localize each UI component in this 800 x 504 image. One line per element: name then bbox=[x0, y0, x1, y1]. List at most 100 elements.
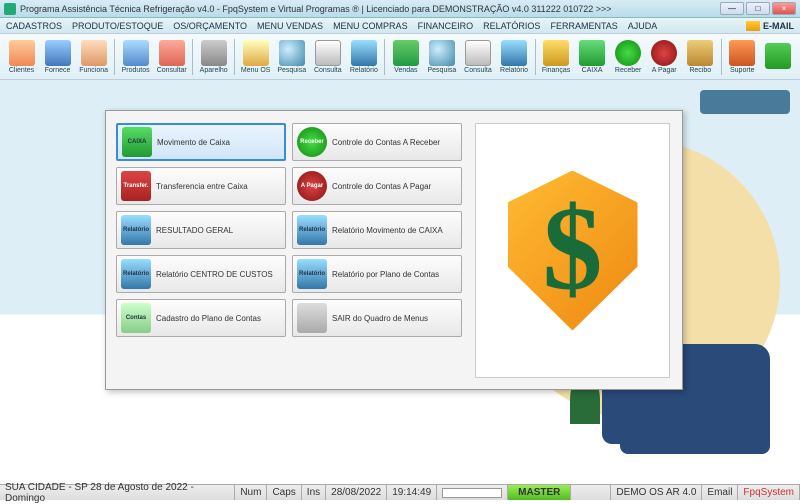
maximize-button[interactable]: □ bbox=[746, 2, 770, 15]
tb-consulta-os[interactable]: Consulta bbox=[310, 36, 345, 78]
email-button[interactable]: E-MAIL bbox=[746, 21, 794, 31]
finance-menu-panel: CAIXAMovimento de Caixa ReceberControle … bbox=[105, 110, 683, 390]
btn-cad-plano[interactable]: ContasCadastro do Plano de Contas bbox=[116, 299, 286, 337]
btn-rel-centro[interactable]: RelatórioRelatório CENTRO DE CUSTOS bbox=[116, 255, 286, 293]
tb-suporte[interactable]: Suporte bbox=[725, 36, 760, 78]
menu-cadastros[interactable]: CADASTROS bbox=[6, 21, 62, 31]
status-progress bbox=[437, 485, 508, 500]
tb-funciona[interactable]: Funciona bbox=[76, 36, 111, 78]
status-email[interactable]: Email bbox=[702, 485, 738, 500]
btn-rel-mov[interactable]: RelatórioRelatório Movimento de CAIXA bbox=[292, 211, 462, 249]
menu-ferramentas[interactable]: FERRAMENTAS bbox=[550, 21, 617, 31]
titlebar: Programa Assistência Técnica Refrigeraçã… bbox=[0, 0, 800, 18]
support-icon bbox=[729, 40, 755, 66]
status-num: Num bbox=[235, 485, 267, 500]
tb-relatorio-os[interactable]: Relatório bbox=[346, 36, 381, 78]
workspace: CAIXAMovimento de Caixa ReceberControle … bbox=[0, 80, 800, 484]
report-icon: Relatório bbox=[121, 259, 151, 289]
pay-icon: A Pagar bbox=[297, 171, 327, 201]
tb-apagar[interactable]: A Pagar bbox=[647, 36, 682, 78]
menuos-icon bbox=[243, 40, 269, 66]
menu-ajuda[interactable]: AJUDA bbox=[628, 21, 658, 31]
separator bbox=[192, 39, 193, 75]
pay-icon bbox=[651, 40, 677, 66]
accounts-icon: Contas bbox=[121, 303, 151, 333]
sales-icon bbox=[393, 40, 419, 66]
status-fpq[interactable]: FpqSystem bbox=[738, 485, 800, 500]
report-icon: Relatório bbox=[121, 215, 151, 245]
tb-menuos[interactable]: Menu OS bbox=[238, 36, 273, 78]
tb-receber[interactable]: Receber bbox=[611, 36, 646, 78]
menubar: CADASTROS PRODUTO/ESTOQUE OS/ORÇAMENTO M… bbox=[0, 18, 800, 34]
tb-consultar[interactable]: Consultar bbox=[154, 36, 189, 78]
window-title: Programa Assistência Técnica Refrigeraçã… bbox=[20, 4, 720, 14]
tb-produtos[interactable]: Produtos bbox=[118, 36, 153, 78]
transfer-icon: Transfer. bbox=[121, 171, 151, 201]
tb-financas[interactable]: Finanças bbox=[538, 36, 573, 78]
tb-vendas[interactable]: Vendas bbox=[388, 36, 423, 78]
shield-icon: $ bbox=[508, 171, 638, 331]
tb-clientes[interactable]: Clientes bbox=[4, 36, 39, 78]
menu-os[interactable]: OS/ORÇAMENTO bbox=[173, 21, 247, 31]
menu-relatorios[interactable]: RELATÓRIOS bbox=[483, 21, 540, 31]
consult-icon bbox=[159, 40, 185, 66]
menu-financeiro[interactable]: FINANCEIRO bbox=[418, 21, 474, 31]
email-label: E-MAIL bbox=[763, 21, 794, 31]
search-icon bbox=[279, 40, 305, 66]
btn-contas-pagar[interactable]: A PagarControle do Contas A Pagar bbox=[292, 167, 462, 205]
supplier-icon bbox=[45, 40, 71, 66]
caixa-icon: CAIXA bbox=[122, 127, 152, 157]
clients-icon bbox=[9, 40, 35, 66]
tb-consulta-v[interactable]: Consulta bbox=[460, 36, 495, 78]
caixa-icon bbox=[579, 40, 605, 66]
status-ins: Ins bbox=[302, 485, 326, 500]
report-icon bbox=[351, 40, 377, 66]
close-button[interactable]: × bbox=[772, 2, 796, 15]
status-master: MASTER bbox=[508, 485, 571, 500]
menu-vendas[interactable]: MENU VENDAS bbox=[257, 21, 323, 31]
report-icon bbox=[501, 40, 527, 66]
btn-sair[interactable]: SAIR do Quadro de Menus bbox=[292, 299, 462, 337]
doc-icon bbox=[315, 40, 341, 66]
doc-icon bbox=[465, 40, 491, 66]
window-controls: — □ × bbox=[720, 2, 796, 15]
staff-icon bbox=[81, 40, 107, 66]
statusbar: SUA CIDADE - SP 28 de Agosto de 2022 - D… bbox=[0, 484, 800, 500]
receipt-icon bbox=[687, 40, 713, 66]
panel-buttons: CAIXAMovimento de Caixa ReceberControle … bbox=[116, 123, 462, 337]
menu-produto[interactable]: PRODUTO/ESTOQUE bbox=[72, 21, 163, 31]
products-icon bbox=[123, 40, 149, 66]
btn-contas-receber[interactable]: ReceberControle do Contas A Receber bbox=[292, 123, 462, 161]
btn-rel-plano[interactable]: RelatórioRelatório por Plano de Contas bbox=[292, 255, 462, 293]
status-gap bbox=[571, 485, 611, 500]
menu-compras[interactable]: MENU COMPRAS bbox=[333, 21, 408, 31]
tb-pesquisa-v[interactable]: Pesquisa bbox=[424, 36, 459, 78]
toolbar: Clientes Fornece Funciona Produtos Consu… bbox=[0, 34, 800, 80]
minimize-button[interactable]: — bbox=[720, 2, 744, 15]
btn-resultado[interactable]: RelatórioRESULTADO GERAL bbox=[116, 211, 286, 249]
tb-fornece[interactable]: Fornece bbox=[40, 36, 75, 78]
separator bbox=[114, 39, 115, 75]
tb-relatorio-v[interactable]: Relatório bbox=[497, 36, 532, 78]
email-icon bbox=[746, 21, 760, 31]
status-city: SUA CIDADE - SP 28 de Agosto de 2022 - D… bbox=[0, 485, 235, 500]
report-icon: Relatório bbox=[297, 259, 327, 289]
tb-recibo[interactable]: Recibo bbox=[683, 36, 718, 78]
app-icon bbox=[4, 3, 16, 15]
separator bbox=[535, 39, 536, 75]
status-date: 28/08/2022 bbox=[326, 485, 387, 500]
separator bbox=[234, 39, 235, 75]
exit-icon bbox=[765, 43, 791, 69]
dollar-icon: $ bbox=[543, 188, 603, 308]
separator bbox=[721, 39, 722, 75]
tb-exit[interactable] bbox=[761, 36, 796, 78]
tb-caixa[interactable]: CAIXA bbox=[575, 36, 610, 78]
report-icon: Relatório bbox=[297, 215, 327, 245]
finance-icon bbox=[543, 40, 569, 66]
tb-pesquisa-os[interactable]: Pesquisa bbox=[274, 36, 309, 78]
bg-ac-illustration bbox=[700, 90, 790, 114]
btn-mov-caixa[interactable]: CAIXAMovimento de Caixa bbox=[116, 123, 286, 161]
receive-icon: Receber bbox=[297, 127, 327, 157]
btn-transferencia[interactable]: Transfer.Transferencia entre Caixa bbox=[116, 167, 286, 205]
tb-aparelho[interactable]: Aparelho bbox=[196, 36, 231, 78]
